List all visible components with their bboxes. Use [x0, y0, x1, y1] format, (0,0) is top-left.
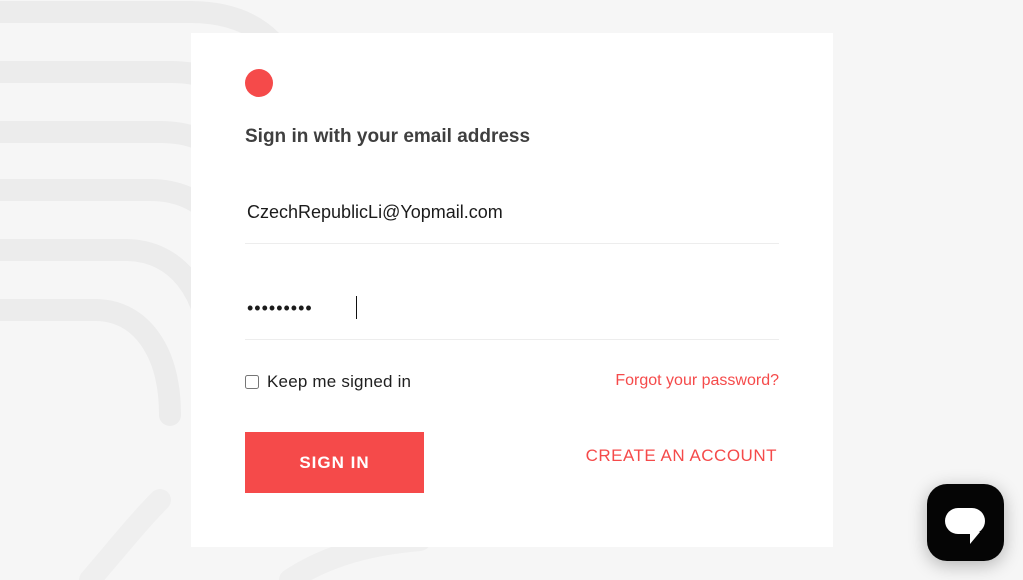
- keep-signed-in-row[interactable]: Keep me signed in: [245, 371, 411, 393]
- keep-signed-in-checkbox[interactable]: [245, 375, 259, 389]
- email-field[interactable]: [245, 195, 779, 229]
- chat-button[interactable]: [927, 484, 1004, 561]
- chat-bubble-icon: [945, 508, 985, 544]
- logo-dot-icon: [245, 69, 273, 97]
- create-account-link[interactable]: CREATE AN ACCOUNT: [586, 446, 777, 466]
- forgot-password-link[interactable]: Forgot your password?: [615, 372, 779, 390]
- sign-in-button[interactable]: SIGN IN: [245, 432, 424, 493]
- sign-in-card: Sign in with your email address Keep me …: [191, 33, 833, 547]
- page-title: Sign in with your email address: [245, 126, 531, 147]
- password-field[interactable]: [245, 291, 779, 325]
- text-caret: [356, 296, 357, 319]
- email-field-container: [245, 195, 779, 244]
- password-field-container: [245, 291, 779, 340]
- keep-signed-in-label: Keep me signed in: [267, 372, 412, 391]
